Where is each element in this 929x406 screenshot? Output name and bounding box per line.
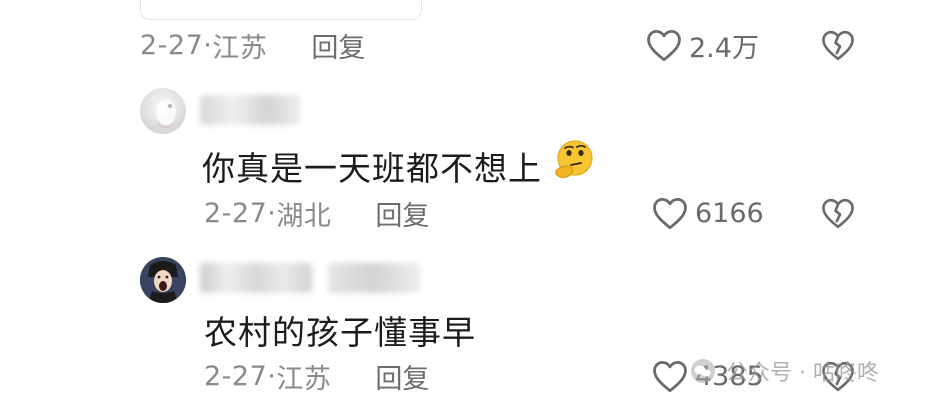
username-blurred xyxy=(200,263,312,293)
wechat-official-account-icon xyxy=(691,359,715,383)
reply-button[interactable]: 回复 xyxy=(375,194,429,233)
meta-separator: · xyxy=(267,197,277,229)
like-button[interactable]: 2.4万 xyxy=(645,25,759,65)
watermark: 公众号 · 咕咚咚 xyxy=(690,354,879,388)
comment-location: 江苏 xyxy=(212,32,268,64)
dislike-button[interactable] xyxy=(818,193,858,233)
avatar-image xyxy=(140,257,186,303)
previous-comment-bubble xyxy=(140,0,422,20)
like-button[interactable]: 6166 xyxy=(651,193,764,233)
comment-date: 2-27 xyxy=(140,29,204,61)
dislike-button[interactable] xyxy=(818,25,858,65)
avatar[interactable] xyxy=(140,88,186,134)
comment-text: 农村的孩子懂事早 xyxy=(204,313,476,352)
meta-separator: · xyxy=(267,360,277,392)
comment-meta: 2-27 · 江苏 回复 xyxy=(140,25,365,65)
avatar-image xyxy=(156,99,176,128)
thinking-emoji-icon xyxy=(555,140,593,179)
broken-heart-icon xyxy=(822,198,854,229)
heart-outline-icon xyxy=(653,198,687,230)
like-count: 6166 xyxy=(695,197,764,229)
broken-heart-icon xyxy=(822,30,854,61)
comment-text: 你真是一天班都不想上 xyxy=(202,149,542,188)
username-blurred xyxy=(200,95,300,125)
comment-location: 江苏 xyxy=(276,363,332,395)
avatar[interactable] xyxy=(140,257,186,303)
comment-thread: 2-27 · 江苏 回复 2.4万 你真是一天班都不想上 2-27 · 湖北 回… xyxy=(0,0,929,406)
reply-button[interactable]: 回复 xyxy=(311,26,365,65)
heart-outline-icon xyxy=(647,30,681,62)
comment-meta: 2-27 · 湖北 回复 xyxy=(204,193,429,233)
reply-button[interactable]: 回复 xyxy=(375,357,429,396)
username-blurred xyxy=(328,263,420,293)
like-count: 2.4万 xyxy=(689,32,759,64)
heart-outline-icon xyxy=(653,361,687,393)
comment-location: 湖北 xyxy=(276,200,332,232)
comment-date: 2-27 xyxy=(204,360,268,392)
meta-separator: · xyxy=(203,29,213,61)
comment-meta: 2-27 · 江苏 回复 xyxy=(204,356,429,396)
watermark-text: 公众号 · 咕咚咚 xyxy=(726,361,879,386)
comment-date: 2-27 xyxy=(204,197,268,229)
